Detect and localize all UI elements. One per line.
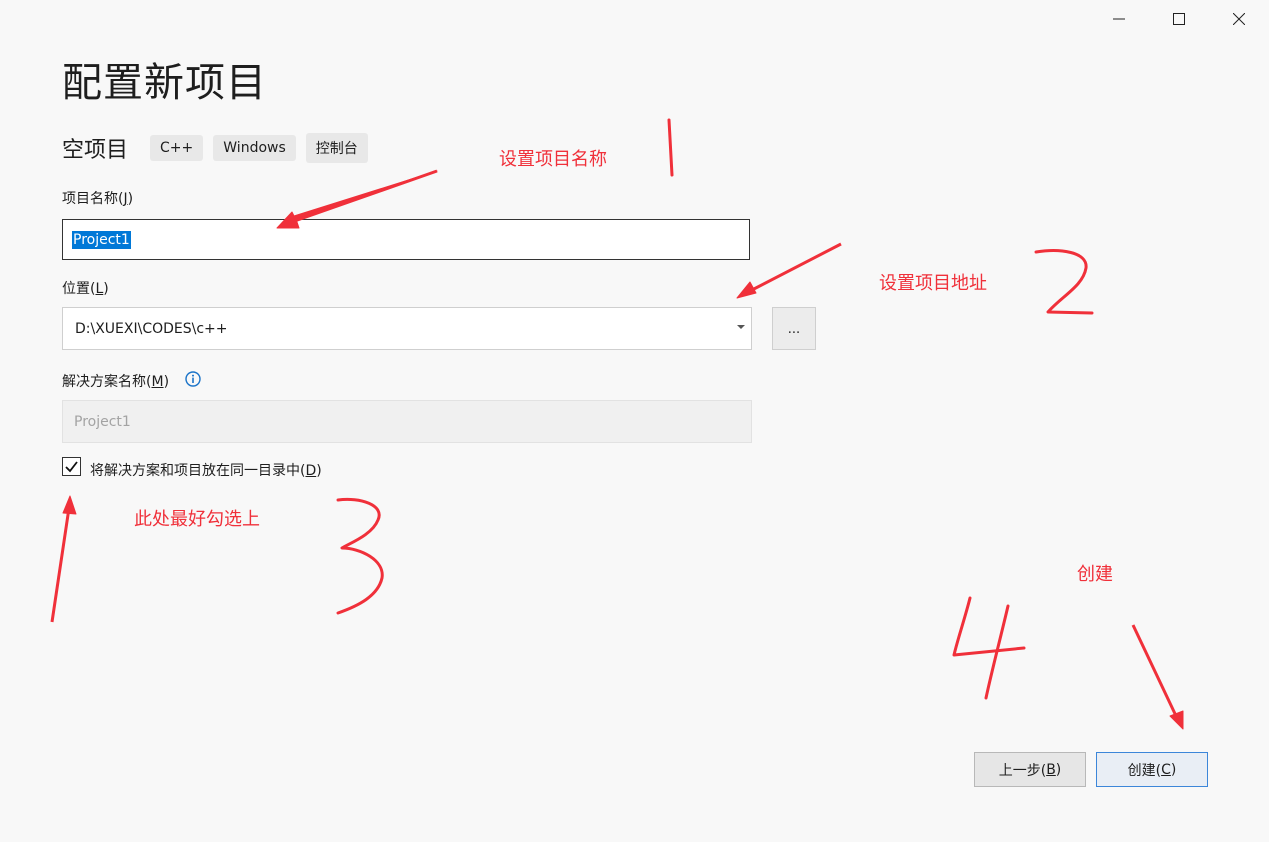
- template-name: 空项目: [62, 138, 129, 163]
- minimize-button[interactable]: [1089, 0, 1149, 38]
- browse-button[interactable]: ...: [772, 307, 816, 350]
- solution-name-input: Project1: [62, 400, 752, 443]
- project-name-label: 项目名称(J): [62, 191, 134, 207]
- solution-name-placeholder: Project1: [74, 413, 131, 430]
- tag-platform: Windows: [213, 135, 296, 161]
- project-name-value: Project1: [72, 230, 131, 249]
- solution-name-label: 解决方案名称(M): [62, 374, 170, 390]
- template-summary: 空项目 C++ Windows 控制台: [62, 132, 378, 164]
- same-directory-label[interactable]: 将解决方案和项目放在同一目录中(D): [90, 460, 322, 480]
- checkmark-icon: [65, 461, 78, 473]
- annotation-arrow-create: [1131, 624, 1179, 719]
- minimize-icon: [1113, 18, 1125, 20]
- maximize-button[interactable]: [1149, 0, 1209, 38]
- annotation-arrow-checkbox: [50, 507, 71, 623]
- annotation-number-4: [952, 596, 1026, 657]
- annotation-number-1: [667, 118, 674, 177]
- annotation-set-name: 设置项目名称: [499, 149, 607, 170]
- annotation-arrow-location: [747, 242, 842, 294]
- create-button[interactable]: 创建(C): [1096, 752, 1208, 787]
- annotation-number-2: [1034, 249, 1094, 315]
- maximize-icon: [1173, 13, 1185, 25]
- info-icon[interactable]: [185, 371, 201, 387]
- annotation-set-location: 设置项目地址: [879, 273, 987, 294]
- back-button[interactable]: 上一步(B): [974, 752, 1086, 787]
- annotation-number-3: [336, 497, 384, 615]
- tag-project-type: 控制台: [305, 133, 368, 163]
- page-title: 配置新项目: [62, 60, 267, 106]
- location-label: 位置(L): [62, 281, 109, 297]
- chevron-down-icon[interactable]: [737, 325, 745, 329]
- project-name-input[interactable]: Project1: [62, 219, 750, 260]
- window-controls: [1089, 0, 1269, 38]
- tag-language: C++: [150, 135, 204, 161]
- location-combo[interactable]: D:\XUEXI\CODES\c++: [62, 307, 752, 350]
- annotation-create: 创建: [1077, 564, 1113, 585]
- annotation-check-this: 此处最好勾选上: [134, 509, 260, 530]
- same-directory-checkbox[interactable]: [62, 457, 81, 476]
- close-icon: [1233, 13, 1245, 25]
- location-value: D:\XUEXI\CODES\c++: [75, 320, 228, 337]
- close-button[interactable]: [1209, 0, 1269, 38]
